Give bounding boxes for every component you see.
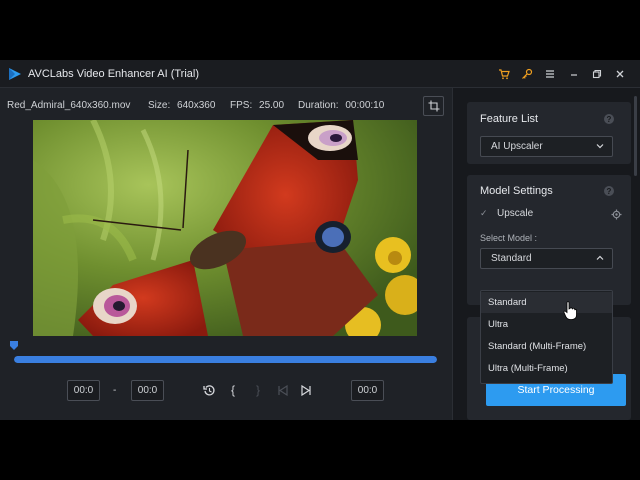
gear-icon[interactable]: [611, 209, 622, 220]
chevron-down-icon: [596, 144, 604, 149]
feature-list-card: Feature List ? AI Upscaler: [467, 102, 631, 164]
feature-list-title: Feature List: [480, 113, 539, 125]
file-size-info: Size: 640x360: [148, 100, 215, 111]
fps-value: 25.00: [259, 100, 285, 111]
check-icon: ✓: [480, 208, 488, 218]
duration-label: Duration:: [298, 100, 339, 111]
app-title: AVCLabs Video Enhancer AI (Trial): [28, 68, 199, 80]
model-selected-value: Standard: [491, 253, 532, 264]
minimize-icon[interactable]: [566, 66, 582, 82]
reset-icon[interactable]: [200, 381, 218, 399]
skip-forward-icon[interactable]: [297, 381, 315, 399]
timeline-progress: [14, 356, 437, 363]
trim-marker-icon[interactable]: [10, 341, 18, 350]
model-select[interactable]: Standard: [480, 248, 613, 269]
app-logo-icon: [9, 68, 21, 80]
restore-icon[interactable]: [589, 66, 605, 82]
menu-icon[interactable]: [542, 66, 558, 82]
model-option-standard-multi-frame[interactable]: Standard (Multi-Frame): [481, 336, 612, 357]
close-icon[interactable]: [612, 66, 628, 82]
title-bar: AVCLabs Video Enhancer AI (Trial): [0, 60, 640, 88]
size-label: Size:: [148, 100, 171, 111]
feature-selected-value: AI Upscaler: [491, 141, 543, 152]
feature-help-icon[interactable]: ?: [604, 114, 614, 124]
upscale-checkbox[interactable]: ✓ Upscale: [480, 208, 533, 219]
preview-area: Red_Admiral_640x360.mov Size: 640x360 FP…: [0, 88, 452, 420]
model-settings-card: Model Settings ? ✓ Upscale Select Model …: [467, 175, 631, 305]
file-name: Red_Admiral_640x360.mov: [7, 100, 131, 111]
fps-label: FPS:: [230, 100, 253, 111]
model-dropdown-list: Standard Ultra Standard (Multi-Frame) Ul…: [480, 290, 613, 384]
video-frame-image: [33, 120, 417, 336]
time-separator: -: [113, 385, 117, 396]
upscale-label: Upscale: [497, 208, 534, 219]
model-help-icon[interactable]: ?: [604, 186, 614, 196]
key-icon[interactable]: [519, 66, 535, 82]
video-preview[interactable]: [33, 120, 417, 336]
set-in-point-button[interactable]: {: [224, 381, 242, 399]
set-out-point-button[interactable]: }: [249, 381, 267, 399]
feature-select[interactable]: AI Upscaler: [480, 136, 613, 157]
size-value: 640x360: [177, 100, 216, 111]
hand-cursor-icon: [563, 301, 577, 320]
model-option-ultra[interactable]: Ultra: [481, 314, 612, 335]
model-settings-title: Model Settings: [480, 185, 553, 197]
timeline-bar[interactable]: [14, 356, 437, 363]
duration-info: Duration: 00:00:10: [298, 100, 384, 111]
panel-scrollbar[interactable]: [634, 96, 637, 176]
crop-button[interactable]: [423, 96, 444, 116]
model-option-ultra-multi-frame[interactable]: Ultra (Multi-Frame): [481, 358, 612, 379]
current-time-field[interactable]: 00:0: [351, 380, 384, 401]
duration-value: 00:00:10: [345, 100, 385, 111]
cart-icon[interactable]: [496, 66, 512, 82]
chevron-up-icon: [596, 255, 604, 260]
select-model-label: Select Model :: [480, 233, 538, 243]
crop-icon: [428, 100, 439, 112]
model-option-standard[interactable]: Standard: [481, 292, 612, 313]
fps-info: FPS: 25.00: [230, 100, 284, 111]
skip-back-icon[interactable]: [273, 381, 291, 399]
start-time-field[interactable]: 00:0: [67, 380, 100, 401]
end-time-field[interactable]: 00:0: [131, 380, 164, 401]
